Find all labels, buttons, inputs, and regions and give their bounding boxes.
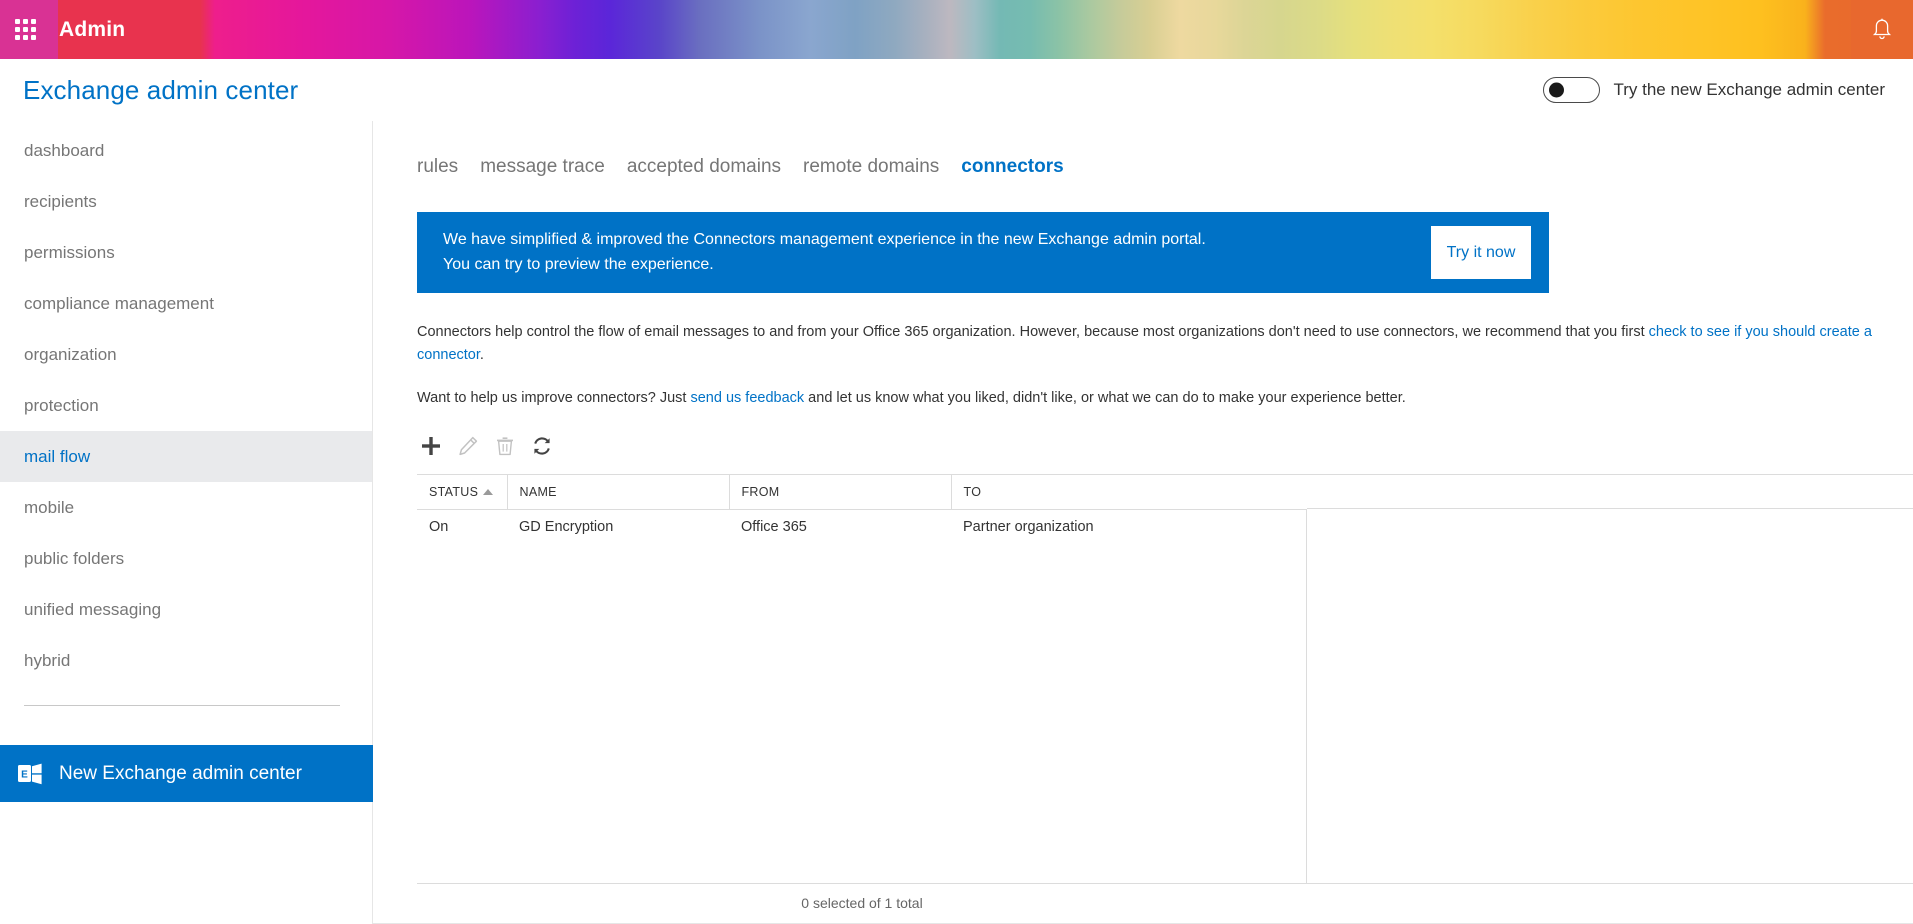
connectors-table-head: STATUS NAME FROM TO: [417, 475, 1307, 510]
column-header-from[interactable]: FROM: [729, 475, 952, 510]
tab-connectors[interactable]: connectors: [961, 157, 1063, 178]
feedback-text-after: and let us know what you liked, didn't l…: [804, 389, 1406, 406]
connectors-table-body: On GD Encryption Office 365 Partner orga…: [417, 509, 1307, 543]
command-toolbar: [417, 431, 1913, 461]
svg-text:E: E: [21, 769, 28, 780]
page-title: Exchange admin center: [23, 74, 299, 105]
table-row[interactable]: On GD Encryption Office 365 Partner orga…: [417, 509, 1307, 543]
feedback-text-before: Want to help us improve connectors? Just: [417, 389, 691, 406]
new-exchange-admin-center-button[interactable]: E New Exchange admin center: [0, 745, 373, 802]
exchange-logo-icon: E: [18, 763, 42, 784]
sidebar-item-label: dashboard: [24, 140, 105, 160]
add-button[interactable]: [417, 432, 445, 460]
details-pane-header: [1307, 475, 1913, 510]
sidebar-item-hybrid[interactable]: hybrid: [0, 635, 372, 686]
edit-button[interactable]: [454, 432, 482, 460]
sidebar-item-label: protection: [24, 395, 99, 415]
page-header: Exchange admin center Try the new Exchan…: [0, 59, 1913, 121]
info-text-after: .: [479, 347, 484, 364]
sidebar-item-label: mail flow: [24, 446, 91, 466]
sidebar-nav-list: dashboard recipients permissions complia…: [0, 121, 372, 686]
header-actions: Try the new Exchange admin center: [1543, 77, 1913, 103]
cell-status: On: [429, 518, 449, 535]
sidebar-item-label: permissions: [24, 242, 115, 262]
try-new-eac-label: Try the new Exchange admin center: [1613, 80, 1885, 99]
suite-brand-label[interactable]: Admin: [50, 18, 125, 42]
feedback-paragraph: Want to help us improve connectors? Just…: [417, 387, 1897, 410]
promo-banner-text: We have simplified & improved the Connec…: [443, 228, 1431, 277]
sidebar-item-label: public folders: [24, 548, 125, 568]
connectors-grid: STATUS NAME FROM TO On GD Encryption Off…: [417, 474, 1913, 885]
sidebar-item-organization[interactable]: organization: [0, 329, 372, 380]
sidebar: dashboard recipients permissions complia…: [0, 121, 373, 924]
sidebar-item-mobile[interactable]: mobile: [0, 482, 372, 533]
refresh-icon: [534, 437, 550, 456]
sidebar-item-label: mobile: [24, 497, 75, 517]
cell-name: GD Encryption: [519, 518, 614, 535]
sidebar-item-recipients[interactable]: recipients: [0, 176, 372, 227]
sidebar-divider: [24, 705, 340, 706]
pencil-icon: [459, 437, 478, 456]
column-header-status[interactable]: STATUS: [417, 475, 508, 510]
trash-icon: [497, 437, 513, 456]
grid-selection-status: 0 selected of 1 total: [801, 895, 923, 912]
sidebar-item-label: hybrid: [24, 650, 71, 670]
tab-message-trace[interactable]: message trace: [480, 157, 605, 178]
column-header-name[interactable]: NAME: [507, 475, 730, 510]
promo-banner: We have simplified & improved the Connec…: [417, 212, 1549, 293]
sidebar-item-dashboard[interactable]: dashboard: [0, 125, 372, 176]
sidebar-item-label: recipients: [24, 191, 97, 211]
sidebar-item-permissions[interactable]: permissions: [0, 227, 372, 278]
column-header-label: NAME: [519, 485, 557, 500]
promo-line-1: We have simplified & improved the Connec…: [443, 231, 1206, 249]
refresh-button[interactable]: [528, 432, 556, 460]
tab-bar: rules message trace accepted domains rem…: [373, 121, 1913, 178]
suite-bar: Admin: [0, 0, 1913, 59]
cell-to: Partner organization: [963, 518, 1094, 535]
try-new-eac-toggle[interactable]: [1543, 77, 1601, 103]
sidebar-item-mail-flow[interactable]: mail flow: [0, 431, 372, 482]
connectors-info-paragraph: Connectors help control the flow of emai…: [417, 321, 1897, 368]
app-launcher-waffle-icon: [14, 19, 36, 40]
plus-icon: [422, 437, 440, 456]
sidebar-item-public-folders[interactable]: public folders: [0, 533, 372, 584]
sort-ascending-icon: [482, 489, 493, 496]
notification-button[interactable]: [1851, 0, 1913, 59]
delete-button[interactable]: [491, 432, 519, 460]
sidebar-item-compliance-management[interactable]: compliance management: [0, 278, 372, 329]
column-header-label: STATUS: [429, 485, 479, 500]
sidebar-item-label: compliance management: [24, 293, 214, 313]
connectors-table: STATUS NAME FROM TO On GD Encryption Off…: [417, 475, 1307, 543]
main-content: rules message trace accepted domains rem…: [373, 121, 1913, 924]
column-header-label: TO: [963, 485, 982, 500]
table-header-row: STATUS NAME FROM TO: [417, 475, 1307, 510]
cell-from: Office 365: [741, 518, 807, 535]
sidebar-item-label: organization: [24, 344, 117, 364]
new-eac-label: New Exchange admin center: [59, 762, 302, 784]
sidebar-item-label: unified messaging: [24, 599, 162, 619]
app-launcher-button[interactable]: [0, 0, 50, 59]
page-body: dashboard recipients permissions complia…: [0, 121, 1913, 924]
column-header-label: FROM: [741, 485, 780, 500]
try-it-now-button[interactable]: Try it now: [1431, 226, 1531, 279]
notification-bell-icon: [1872, 18, 1892, 39]
promo-line-2: You can try to preview the experience.: [443, 255, 714, 273]
details-pane: [1307, 475, 1913, 885]
info-text-before: Connectors help control the flow of emai…: [417, 324, 1649, 340]
toggle-knob: [1549, 82, 1565, 98]
tab-accepted-domains[interactable]: accepted domains: [627, 157, 781, 178]
connectors-grid-list: STATUS NAME FROM TO On GD Encryption Off…: [417, 475, 1307, 885]
column-header-to[interactable]: TO: [951, 475, 1307, 510]
sidebar-item-protection[interactable]: protection: [0, 380, 372, 431]
sidebar-item-unified-messaging[interactable]: unified messaging: [0, 584, 372, 635]
tab-remote-domains[interactable]: remote domains: [803, 157, 939, 178]
tab-rules[interactable]: rules: [417, 157, 458, 178]
send-us-feedback-link[interactable]: send us feedback: [690, 390, 804, 406]
suite-bar-gradient: [0, 0, 1913, 59]
